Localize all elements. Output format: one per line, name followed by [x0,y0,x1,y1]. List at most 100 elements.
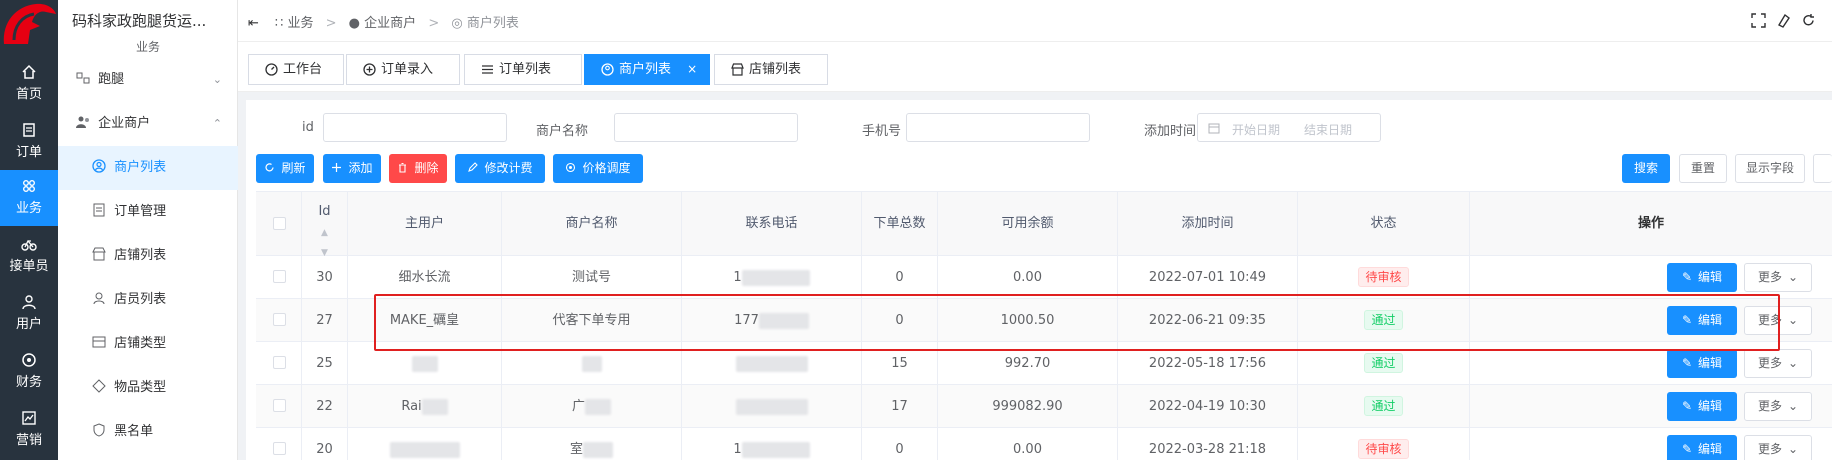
overflow-button[interactable] [1813,154,1832,183]
menu-item-shop-list[interactable]: 店铺列表 [58,234,238,278]
search-button[interactable]: 搜索 [1622,154,1670,183]
cell-time: 2022-07-01 10:49 [1118,256,1298,299]
end-date-placeholder[interactable]: 结束日期 [1304,121,1352,138]
breadcrumb-separator: > [428,16,440,31]
menu-item-order-manage[interactable]: 订单管理 [58,190,238,234]
row-checkbox[interactable] [273,442,286,455]
row-checkbox[interactable] [273,270,286,283]
edit-button[interactable]: ✎ 编辑 [1667,435,1737,460]
row-checkbox[interactable] [273,356,286,369]
row-checkbox[interactable] [273,399,286,412]
sort-icon[interactable]: ▲ ▼ [321,228,328,258]
cell-time: 2022-06-21 09:35 [1118,299,1298,342]
rail-item-marketing[interactable]: 营销 [0,402,58,458]
edit-button[interactable]: ✎ 编辑 [1667,349,1737,378]
date-range-picker[interactable]: 开始日期 结束日期 [1197,113,1381,142]
table-row[interactable]: 22 Rai 广 17 999082.90 2022-04-19 10:30 通过 ✎ 编辑 更多… [256,385,1832,428]
breadcrumb-separator: > [325,16,337,31]
edit-billing-button[interactable]: 修改计费 [455,154,545,183]
cell-orders: 0 [862,428,938,460]
redacted-text [581,355,602,372]
collapse-sidebar-icon[interactable]: ⇤ [248,16,259,31]
cell-id-text: 30 [316,270,333,285]
rail-item-courier[interactable]: 接单员 [0,228,58,284]
cell-actions: ✎ 编辑 更多 ⌄ [1470,342,1832,385]
show-fields-button[interactable]: 显示字段 [1735,154,1805,183]
rail-item-home[interactable]: 首页 [0,56,58,112]
phone-input[interactable] [906,113,1090,142]
merchant-icon: ◎ [451,16,463,31]
merchant-icon [92,159,106,173]
edit-button[interactable]: ✎ 编辑 [1667,306,1737,335]
cell-balance: 992.70 [938,342,1118,385]
search-label: 搜索 [1633,161,1658,175]
more-dropdown[interactable]: 更多 ⌄ [1744,392,1812,421]
tab-merchant-list[interactable]: 商户列表 × [584,54,710,85]
rail-item-business[interactable]: 业务 [0,170,58,226]
col-header-balance: 可用余额 [938,192,1118,257]
close-icon[interactable]: × [687,62,697,76]
clerk-icon [93,292,105,305]
menu-item-blacklist[interactable]: 黑名单 [58,410,238,454]
menu-item-errand[interactable]: 跑腿 ⌄ [58,58,238,102]
breadcrumb-item-current: 商户列表 [466,16,519,31]
more-dropdown[interactable]: 更多 ⌄ [1744,263,1812,292]
add-button[interactable]: 添加 [323,154,381,183]
chevron-down-icon: ⌄ [1787,399,1799,413]
cell-name-text: 代客下单专用 [552,313,631,328]
menu-item-label: 物品类型 [114,380,167,395]
delete-label: 删除 [414,161,439,175]
select-all-checkbox[interactable] [273,217,286,230]
menu-item-label: 企业商户 [98,116,151,131]
cell-name: 代客下单专用 [502,299,682,342]
col-header-id[interactable]: Id ▲ ▼ [302,192,348,258]
rail-item-finance[interactable]: 财务 [0,344,58,400]
edit-button[interactable]: ✎ 编辑 [1667,263,1737,292]
table-row[interactable]: 25 15 992.70 2022-05-18 17:56 通过 ✎ 编辑 更多 ⌄ [256,342,1832,385]
tab-label: 订单列表 [499,62,552,77]
edit-label: 编辑 [1698,313,1723,327]
refresh-button[interactable]: 刷新 [256,154,314,183]
more-dropdown[interactable]: 更多 ⌄ [1744,306,1812,335]
rail-item-user[interactable]: 用户 [0,286,58,342]
edit-button[interactable]: ✎ 编辑 [1667,392,1737,421]
table-row[interactable]: 27 MAKE_礪皇 代客下单专用 177 0 1000.50 2022-06-21 09:… [256,299,1832,342]
cell-name-text: 广 [571,399,585,414]
cell-actions: ✎ 编辑 更多 ⌄ [1470,428,1832,460]
tab-order-list[interactable]: 订单列表 [464,54,582,85]
tab-dashboard[interactable]: 工作台 [248,54,344,85]
cell-name-text: 测试号 [571,270,611,285]
rail-item-order[interactable]: 订单 [0,114,58,170]
merchant-icon [601,63,614,76]
fullscreen-icon[interactable] [1751,13,1766,28]
menu-item-label: 跑腿 [98,72,125,87]
more-dropdown[interactable]: 更多 ⌄ [1744,435,1812,460]
start-date-placeholder[interactable]: 开始日期 [1232,121,1280,138]
menu-item-merchant-group[interactable]: 企业商户 ⌃ [58,102,238,146]
breadcrumb-item[interactable]: 企业商户 [364,16,416,31]
reset-button[interactable]: 重置 [1679,154,1727,183]
tab-order-entry[interactable]: 订单录入 [346,54,460,85]
merchant-name-input[interactable] [614,113,798,142]
col-header-phone: 联系电话 [682,192,862,257]
header-actions [1751,13,1816,28]
id-input[interactable] [323,113,507,142]
menu-item-merchant-list[interactable]: 商户列表 [58,146,238,190]
cell-id: 27 [302,299,348,342]
clear-cache-icon[interactable] [1776,13,1791,28]
breadcrumb-item[interactable]: 业务 [287,16,313,31]
row-checkbox[interactable] [273,313,286,326]
delete-button[interactable]: 删除 [389,154,447,183]
menu-item-goods-type[interactable]: 物品类型 [58,366,238,410]
reload-icon[interactable] [1801,13,1816,28]
redacted-text [585,398,611,415]
more-dropdown[interactable]: 更多 ⌄ [1744,349,1812,378]
pencil-icon: ✎ [1681,270,1693,284]
cell-user: Rai [348,385,502,428]
menu-item-clerk-list[interactable]: 店员列表 [58,278,238,322]
price-adjust-button[interactable]: 价格调度 [553,154,643,183]
menu-item-shop-type[interactable]: 店铺类型 [58,322,238,366]
tab-shop-list[interactable]: 店铺列表 [714,54,828,85]
table-row[interactable]: 30 细水长流 测试号 1 0 0.00 2022-07-01 10:49 待审核 ✎ 编辑 更多 ⌄ [256,256,1832,299]
table-row[interactable]: 20 室 1 0 0.00 2022-03-28 21:18 待审核 ✎ 编辑 更多 ⌄ [256,428,1832,460]
